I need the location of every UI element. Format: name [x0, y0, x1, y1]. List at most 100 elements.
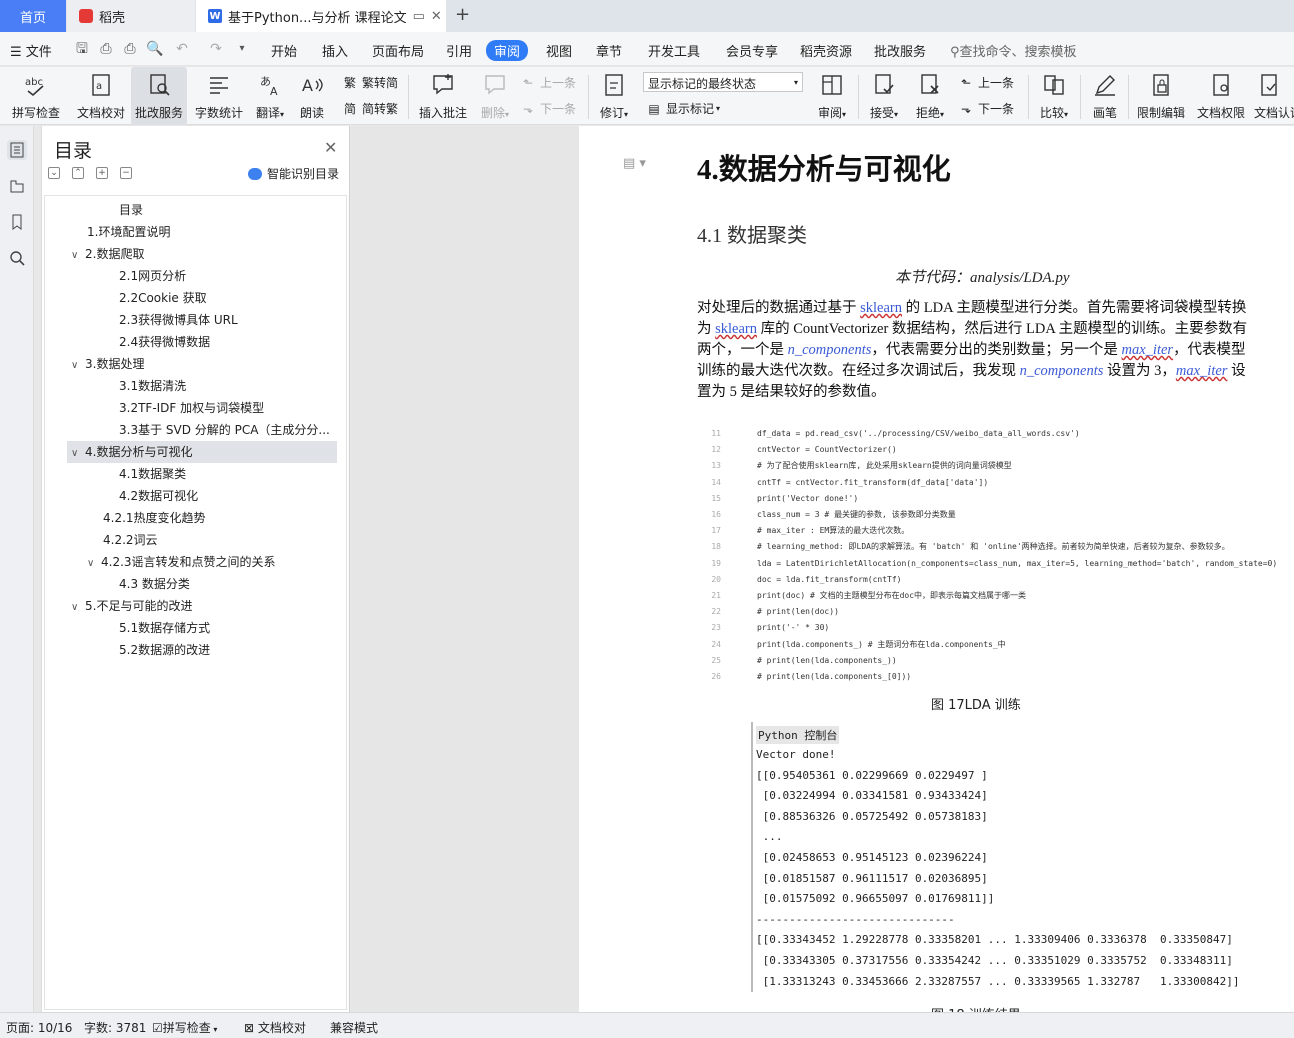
menu-start[interactable]: 开始 — [271, 41, 297, 60]
tab-home[interactable]: 首页 — [0, 0, 66, 32]
toc-item[interactable]: 4.1数据聚类 — [119, 463, 186, 485]
tab-pin-icon[interactable]: ▭ — [413, 9, 425, 24]
add-heading-icon[interactable]: + — [96, 167, 108, 179]
file-menu[interactable]: ☰ 文件 — [10, 41, 52, 60]
chevron-down-icon[interactable]: ∨ — [71, 443, 85, 463]
document-rights-button[interactable]: 文档权限 — [1194, 67, 1248, 125]
chevron-down-icon[interactable]: ∨ — [71, 245, 85, 265]
menu-chapter[interactable]: 章节 — [596, 41, 622, 60]
toc-item[interactable]: ∨ 4.2.3谣言转发和点赞之间的关系 — [87, 551, 276, 573]
menu-member[interactable]: 会员专享 — [726, 41, 778, 60]
nav-pane-icon[interactable] — [7, 176, 27, 196]
toc-item[interactable]: 4.2.1热度变化趋势 — [103, 507, 206, 529]
undo-icon[interactable]: ↶ — [174, 41, 190, 57]
review-pane-button[interactable]: 审阅▾ — [812, 67, 852, 125]
menu-reference[interactable]: 引用 — [446, 41, 472, 60]
tab-document[interactable]: W 基于Python...与分析 课程论文 ▭ ✕ — [196, 0, 446, 32]
collapse-all-icon[interactable]: ⌄ — [48, 167, 60, 179]
accept-button[interactable]: 接受▾ — [864, 67, 904, 125]
menu-review[interactable]: 审阅 — [486, 40, 529, 61]
status-spell-check[interactable]: ☑拼写检查 ▾ — [152, 1019, 217, 1036]
markup-display-value: 显示标记的最终状态 — [648, 77, 757, 91]
toc-item[interactable]: 4.2数据可视化 — [119, 485, 198, 507]
toc-item[interactable]: 4.2.2词云 — [103, 529, 158, 551]
status-proofread[interactable]: ⊠ 文档校对 — [244, 1019, 306, 1036]
bookmark-icon[interactable] — [7, 212, 27, 232]
track-changes-button[interactable]: 修订▾ — [594, 67, 634, 125]
paragraph-options-icon[interactable]: ▤ ▾ — [623, 156, 646, 171]
pen-button[interactable]: 画笔 — [1088, 67, 1122, 125]
menu-correction[interactable]: 批改服务 — [874, 41, 926, 60]
chevron-down-icon[interactable]: ∨ — [71, 597, 85, 617]
simp-to-trad-button[interactable]: 简简转繁 — [342, 100, 398, 117]
tab-daoke[interactable]: 稻壳 — [67, 0, 195, 32]
toc-item[interactable]: 5.2数据源的改进 — [119, 639, 210, 661]
toc-item[interactable]: 目录 — [119, 199, 143, 221]
translate-button[interactable]: あA 翻译▾ — [252, 67, 288, 125]
code-line: 21 print(doc) # 文档的主题模型分布在doc中，即表示每篇文档属于哪… — [711, 591, 1027, 600]
word-count-label: 字数统计 — [194, 106, 243, 120]
toc-item[interactable]: ∨ 5.不足与可能的改进 — [71, 595, 192, 617]
toc-item[interactable]: ∨ 2.数据爬取 — [71, 243, 144, 265]
redo-icon[interactable]: ↷ — [208, 41, 224, 57]
menu-page-layout[interactable]: 页面布局 — [372, 41, 424, 60]
remove-heading-icon[interactable]: − — [120, 167, 132, 179]
menu-insert[interactable]: 插入 — [322, 41, 348, 60]
quick-access-chevron-icon[interactable]: ▾ — [234, 41, 250, 57]
menu-view[interactable]: 视图 — [546, 41, 572, 60]
read-aloud-button[interactable]: A 朗读 — [296, 67, 328, 125]
toc-item[interactable]: 5.1数据存储方式 — [119, 617, 210, 639]
toc-item[interactable]: 3.3基于 SVD 分解的 PCA（主成分分... — [119, 419, 339, 441]
reject-button[interactable]: 拒绝▾ — [910, 67, 950, 125]
chevron-down-icon[interactable]: ∨ — [87, 553, 101, 573]
console-title: Python 控制台 — [756, 726, 840, 744]
command-search[interactable]: ⚲查找命令、搜索模板 — [950, 41, 1077, 60]
toc-item[interactable]: 4.3 数据分类 — [119, 573, 190, 595]
menu-dev-tools[interactable]: 开发工具 — [648, 41, 700, 60]
toc-item[interactable]: 3.2TF-IDF 加权与词袋模型 — [119, 397, 264, 419]
spell-check-button[interactable]: abc 拼写检查 — [6, 67, 66, 125]
toc-item[interactable]: 2.3获得微博具体 URL — [119, 309, 238, 331]
word-count-button[interactable]: 字数统计 — [193, 67, 245, 125]
print-preview-icon[interactable]: 🔍 — [146, 41, 163, 57]
code-line: 16 class_num = 3 # 最关键的参数, 该参数即分类数量 — [711, 510, 956, 519]
document-cert-button[interactable]: 文档认证 — [1254, 67, 1294, 125]
toc-item[interactable]: ∨ 3.数据处理 — [71, 353, 144, 375]
prev-comment-button[interactable]: ⬑ 上一条 — [520, 74, 576, 91]
toc-item-selected[interactable]: ∨ 4.数据分析与可视化 — [67, 441, 337, 463]
export-pdf-icon[interactable]: ⎙ — [98, 41, 114, 57]
expand-up-icon[interactable]: ⌃ — [72, 167, 84, 179]
track-changes-icon — [599, 70, 629, 100]
toc-panel-icon[interactable] — [7, 140, 27, 160]
restrict-editing-button[interactable]: 限制编辑 — [1136, 67, 1186, 125]
doc-proofread-button[interactable]: a 文档校对 — [74, 67, 128, 125]
compare-button[interactable]: 比较▾ — [1034, 67, 1074, 125]
save-icon[interactable]: 🖫 — [74, 41, 90, 57]
next-comment-button[interactable]: ⬎ 下一条 — [520, 100, 576, 117]
insert-comment-button[interactable]: 插入批注 — [416, 67, 470, 125]
toc-item[interactable]: 3.1数据清洗 — [119, 375, 186, 397]
toc-item[interactable]: 2.4获得微博数据 — [119, 331, 210, 353]
prev-change-button[interactable]: ⬑ 上一条 — [958, 74, 1014, 91]
print-icon[interactable]: ⎙ — [122, 41, 138, 57]
show-markup-button[interactable]: ▤ 显示标记 ▾ — [646, 100, 720, 117]
close-icon[interactable]: ✕ — [324, 138, 337, 157]
read-aloud-label: 朗读 — [299, 106, 324, 120]
toc-item[interactable]: 1.环境配置说明 — [87, 221, 170, 243]
correction-service-button[interactable]: 批改服务 — [131, 67, 187, 125]
tab-close-icon[interactable]: ✕ — [431, 9, 442, 24]
markup-display-select[interactable]: 显示标记的最终状态 ▾ — [643, 72, 803, 92]
chevron-down-icon[interactable]: ∨ — [71, 355, 85, 375]
search-icon[interactable] — [7, 248, 27, 268]
toc-item[interactable]: 2.2Cookie 获取 — [119, 287, 207, 309]
page-indicator[interactable]: 页面: 10/16 — [6, 1019, 72, 1036]
smart-toc-button[interactable]: 智能识别目录 — [248, 165, 339, 182]
delete-comment-button[interactable]: 删除▾ — [476, 67, 514, 125]
document-page[interactable]: ▤ ▾ 4.数据分析与可视化 4.1 数据聚类 本节代码：analysis/LD… — [579, 126, 1294, 1012]
new-tab-button[interactable]: + — [455, 4, 470, 25]
next-change-button[interactable]: ⬎ 下一条 — [958, 100, 1014, 117]
menu-daoke-resources[interactable]: 稻壳资源 — [800, 41, 852, 60]
word-count[interactable]: 字数: 3781 — [84, 1019, 146, 1036]
toc-item[interactable]: 2.1网页分析 — [119, 265, 186, 287]
trad-to-simp-button[interactable]: 繁繁转简 — [342, 74, 398, 91]
